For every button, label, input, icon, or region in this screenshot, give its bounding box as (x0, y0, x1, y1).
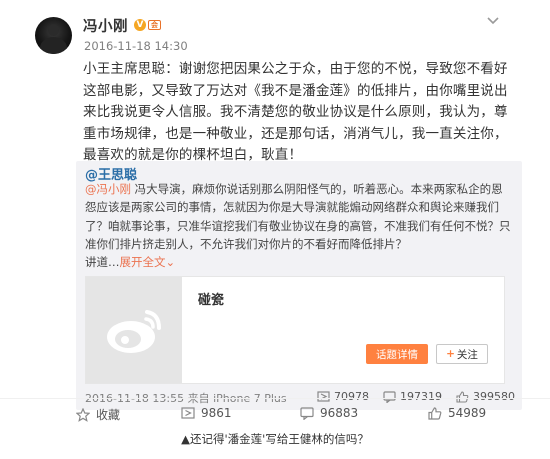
comment-icon (300, 406, 314, 420)
author-row: 冯小刚 V 会 (83, 14, 161, 36)
expand-full-text-link[interactable]: 展开全文⌄ (120, 255, 176, 269)
comment-button[interactable]: 96883 (300, 406, 358, 420)
member-badge-icon: 会 (148, 20, 161, 30)
avatar[interactable] (35, 17, 72, 54)
favorite-button[interactable]: 收藏 (76, 406, 120, 423)
repost-mention[interactable]: @冯小刚 (85, 182, 131, 196)
topic-link-card[interactable]: 碰瓷 话题详情 + 关注 (85, 276, 505, 384)
topic-details-button[interactable]: 话题详情 (366, 344, 428, 364)
author-badges: V 会 (134, 19, 161, 31)
star-icon (76, 407, 90, 422)
repost-body: 冯大导演，麻烦你说话别那么阴阳怪气的，听着恶心。本来两家私企的恩怨应该是两家公司… (85, 182, 511, 251)
verified-badge-icon: V (134, 19, 146, 31)
follow-label: 关注 (456, 348, 478, 361)
topic-title[interactable]: 碰瓷 (198, 289, 224, 308)
repost-button[interactable]: 9861 (181, 406, 232, 420)
post-time[interactable]: 2016-11-18 14:30 (84, 39, 188, 53)
chevron-down-icon[interactable] (486, 16, 500, 26)
like-icon (428, 406, 442, 420)
avatar-head (48, 24, 59, 36)
repost-icon (181, 407, 195, 419)
action-bar: 收藏 9861 96883 54989 (0, 400, 550, 428)
topic-thumbnail (86, 277, 182, 383)
action-divider (0, 398, 550, 399)
plus-icon: + (446, 348, 455, 360)
weibo-logo-icon (107, 310, 161, 353)
image-caption: ▲还记得'潘金莲'写给王健林的信吗？ (181, 432, 369, 446)
avatar-shoulders (40, 37, 67, 54)
weibo-post-card: 冯小刚 V 会 2016-11-18 14:30 小王主席思聪：谢谢您把因果公之… (0, 0, 550, 426)
repost-text: @冯小刚 冯大导演，麻烦你说话别那么阴阳怪气的，听着恶心。本来两家私企的恩怨应该… (85, 180, 511, 271)
like-button[interactable]: 54989 (428, 406, 486, 420)
post-text: 小王主席思聪：谢谢您把因果公之于众，由于您的不悦，导致您不看好这部电影，又导致了… (83, 61, 508, 163)
follow-button[interactable]: + 关注 (436, 344, 488, 364)
author-name[interactable]: 冯小刚 (83, 15, 128, 36)
expand-arrow-icon: ⌄ (165, 255, 176, 270)
repost-block: @王思聪 @冯小刚 冯大导演，麻烦你说话别那么阴阳怪气的，听着恶心。本来两家私企… (76, 161, 522, 410)
repost-ellipsis: 讲道… (85, 255, 120, 270)
